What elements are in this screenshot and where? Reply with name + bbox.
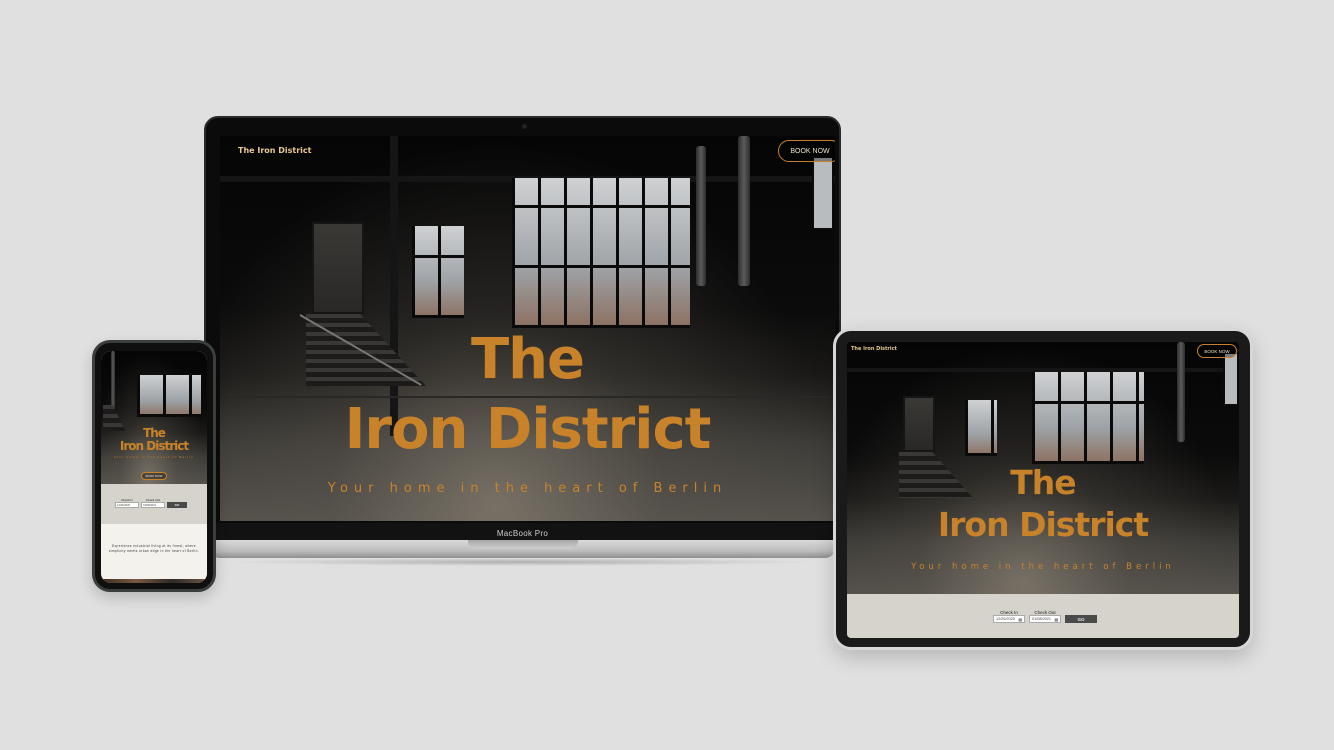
phone-mockup: The Iron District Your home in the heart… <box>92 340 216 592</box>
hero-title-line2: Iron District <box>937 505 1149 544</box>
laptop-lid: The Iron District BOOK NOW The Iron Dist… <box>204 116 843 543</box>
book-now-button[interactable]: BOOK NOW <box>778 140 835 162</box>
brand-logo[interactable]: The Iron District <box>238 146 311 155</box>
checkout-field: Check Out 01/08/2021 ▦ <box>1029 610 1061 623</box>
phone-screen: The Iron District Your home in the heart… <box>101 351 207 583</box>
hero-title-line1: The <box>143 426 166 440</box>
tablet-screen: The Iron District BOOK NOW The Iron Dist… <box>847 342 1239 638</box>
checkout-input[interactable]: 01/08/2021 <box>141 502 165 508</box>
checkout-field: Check Out 01/08/2021 <box>141 498 165 508</box>
checkout-value: 01/08/2021 <box>1032 617 1052 621</box>
checkin-value: 12/26/2020 <box>996 617 1016 621</box>
tablet-mockup: The Iron District BOOK NOW The Iron Dist… <box>833 328 1253 650</box>
checkout-value: 01/08/2021 <box>143 503 156 507</box>
hero-subtitle: Your home in the heart of Berlin <box>327 481 728 496</box>
checkin-value: 12/26/2020 <box>117 503 130 507</box>
booking-bar: Check In 12/26/2020 ▦ Check Out 01/08/20… <box>847 594 1239 638</box>
booking-bar: Check In 12/26/2020 Check Out 01/08/2021… <box>101 484 207 524</box>
about-text: Experience industrial living at its fine… <box>101 524 207 580</box>
phone-hero: The Iron District Your home in the heart… <box>101 351 207 484</box>
calendar-icon[interactable]: ▦ <box>1054 617 1058 622</box>
checkin-input[interactable]: 12/26/2020 ▦ <box>993 615 1025 623</box>
hero-title-line2: Iron District <box>119 439 189 453</box>
laptop-mockup: The Iron District BOOK NOW The Iron Dist… <box>204 116 843 567</box>
checkin-field: Check In 12/26/2020 ▦ <box>993 610 1025 623</box>
go-button[interactable]: GO <box>167 502 187 508</box>
laptop-shadow <box>224 558 821 566</box>
camera <box>522 124 527 129</box>
laptop-model-label: MacBook Pro <box>496 529 549 538</box>
hero-title-line2: Iron District <box>344 397 712 462</box>
go-button[interactable]: GO <box>1065 615 1097 623</box>
hero-subtitle: Your home in the heart of Berlin <box>114 455 194 459</box>
laptop-notch <box>468 540 578 549</box>
gallery-strip <box>101 579 207 583</box>
book-now-button[interactable]: BOOK NOW <box>1197 344 1237 358</box>
book-now-button[interactable]: BOOK NOW <box>141 472 167 480</box>
hero-title-line1: The <box>470 327 585 392</box>
checkout-input[interactable]: 01/08/2021 ▦ <box>1029 615 1061 623</box>
hero-title-line1: The <box>1010 463 1076 502</box>
hero-background-image <box>101 351 207 484</box>
hero-subtitle: Your home in the heart of Berlin <box>911 562 1175 572</box>
checkin-input[interactable]: 12/26/2020 <box>115 502 139 508</box>
brand-logo[interactable]: The Iron District <box>851 346 897 352</box>
laptop-screen: The Iron District BOOK NOW The Iron Dist… <box>220 136 835 521</box>
checkin-field: Check In 12/26/2020 <box>115 498 139 508</box>
calendar-icon[interactable]: ▦ <box>1018 617 1022 622</box>
